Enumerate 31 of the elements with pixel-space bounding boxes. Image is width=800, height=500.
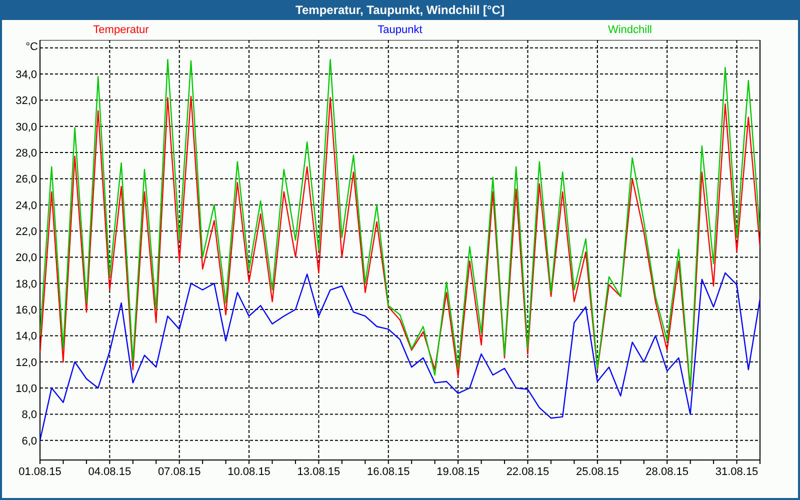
x-tick-label: 25.08.15 <box>576 466 619 478</box>
y-tick-label: 16,0 <box>16 304 37 317</box>
x-tick-label: 22.08.15 <box>506 466 550 478</box>
y-tick-label: 8,0 <box>22 409 37 422</box>
legend-label: Taupunkt <box>376 24 424 36</box>
y-tick-label: 26,0 <box>16 174 37 186</box>
x-tick-label: 04.08.15 <box>88 466 132 478</box>
y-tick-label: 32,0 <box>16 95 37 108</box>
x-tick-label: 31.08.15 <box>715 466 758 478</box>
y-tick-label: 34,0 <box>16 69 37 82</box>
y-tick-label: 18,0 <box>16 278 37 290</box>
y-tick-label: 24,0 <box>16 200 37 212</box>
y-tick-label: 10,0 <box>16 383 37 396</box>
x-tick-label: 13.08.15 <box>297 466 340 478</box>
x-tick-label: 19.08.15 <box>436 466 480 478</box>
y-tick-label: 12,0 <box>16 356 37 369</box>
y-tick-label: 22,0 <box>16 226 37 238</box>
x-tick-label: 28.08.15 <box>646 466 688 478</box>
legend-label: Temperatur <box>92 24 150 36</box>
y-tick-label: 20,0 <box>16 252 37 264</box>
x-tick-label: 07.08.15 <box>158 466 201 478</box>
axis-unit-label: °C <box>26 41 38 53</box>
x-tick-label: 01.08.15 <box>18 466 62 478</box>
legend-label: Windchill <box>606 24 653 36</box>
y-tick-label: 14,0 <box>16 330 37 343</box>
y-tick-label: 6,0 <box>22 435 37 448</box>
x-tick-label: 10.08.15 <box>228 466 270 478</box>
x-tick-label: 16.08.15 <box>366 466 410 478</box>
y-tick-label: 30,0 <box>16 121 37 134</box>
y-tick-label: 28,0 <box>16 148 37 160</box>
window-title: Temperatur, Taupunkt, Windchill [°C] <box>296 3 504 17</box>
